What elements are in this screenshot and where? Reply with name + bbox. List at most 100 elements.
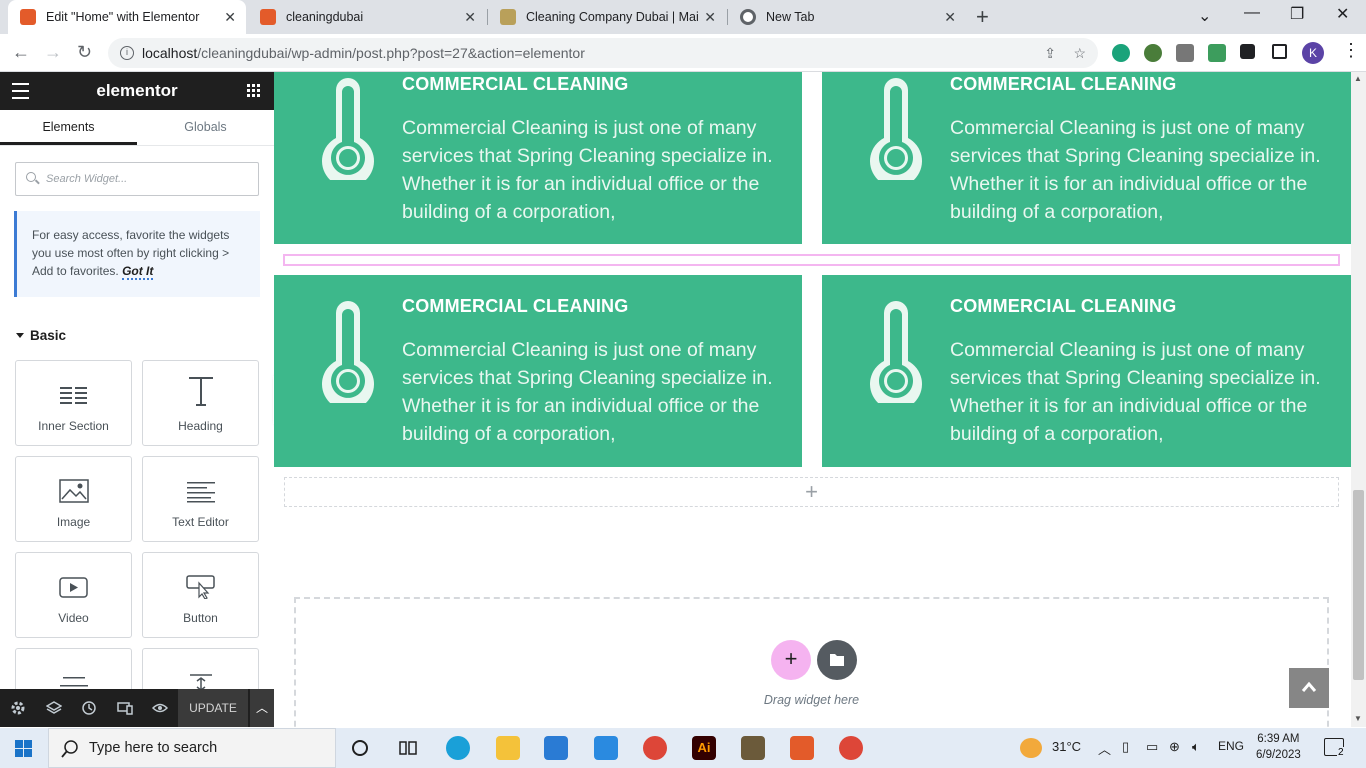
- extensions-puzzle-icon[interactable]: [1240, 44, 1255, 59]
- card-title: COMMERCIAL CLEANING: [950, 74, 1177, 94]
- url-path: /cleaningdubai/wp-admin/post.php?post=27…: [197, 45, 585, 61]
- tab-cleaningdubai[interactable]: cleaningdubai ✕: [248, 0, 486, 34]
- tab-title: cleaningdubai: [286, 10, 364, 24]
- cortana-circle-icon[interactable]: [348, 736, 372, 760]
- widget-text-editor[interactable]: Text Editor: [142, 456, 259, 542]
- category-basic-header[interactable]: Basic: [16, 328, 66, 343]
- close-icon[interactable]: ✕: [464, 9, 476, 26]
- battery-icon[interactable]: ▭: [1146, 739, 1158, 755]
- widgets-grid-icon[interactable]: [247, 84, 260, 97]
- widget-inner-section[interactable]: Inner Section: [15, 360, 132, 446]
- extension-eyedropper-icon[interactable]: [1208, 44, 1226, 62]
- search-placeholder: Search Widget...: [46, 173, 128, 185]
- back-arrow-icon[interactable]: ←: [12, 42, 30, 63]
- selected-section-outline[interactable]: [283, 254, 1340, 266]
- history-icon[interactable]: [81, 700, 97, 716]
- close-icon[interactable]: ✕: [224, 9, 236, 26]
- settings-gear-icon[interactable]: [10, 700, 26, 716]
- file-explorer-icon[interactable]: [496, 736, 520, 760]
- canvas-scrollbar[interactable]: ▲ ▼: [1351, 72, 1366, 727]
- scroll-down-arrow-icon[interactable]: ▼: [1354, 714, 1362, 723]
- extension-globe-icon[interactable]: [1144, 44, 1162, 62]
- extension-sync-icon[interactable]: [1112, 44, 1130, 62]
- update-button[interactable]: UPDATE: [178, 689, 248, 727]
- widget-spacer[interactable]: [142, 648, 259, 689]
- widget-video[interactable]: Video: [15, 552, 132, 638]
- service-card[interactable]: COMMERCIAL CLEANING Commercial Cleaning …: [274, 275, 802, 467]
- address-bar[interactable]: i localhost/cleaningdubai/wp-admin/post.…: [108, 38, 1098, 68]
- tab-title: Cleaning Company Dubai | Maid: [526, 10, 699, 24]
- extension-camera-icon[interactable]: [1176, 44, 1194, 62]
- profile-avatar[interactable]: K: [1302, 42, 1324, 64]
- taskbar-search-box[interactable]: Type here to search: [48, 728, 336, 768]
- card-text: Commercial Cleaning is just one of many …: [402, 339, 773, 445]
- minimize-icon[interactable]: —: [1244, 4, 1260, 22]
- preview-eye-icon[interactable]: [152, 700, 168, 716]
- chrome-profile-k-icon[interactable]: [839, 736, 863, 760]
- add-section-plus-icon[interactable]: +: [284, 477, 1339, 507]
- windows-start-icon[interactable]: [15, 740, 32, 757]
- volume-icon[interactable]: 🔈︎: [1192, 739, 1200, 755]
- tab-globals[interactable]: Globals: [137, 110, 274, 145]
- tab-new-tab[interactable]: New Tab ✕: [728, 0, 966, 34]
- service-card[interactable]: COMMERCIAL CLEANING Commercial Cleaning …: [822, 72, 1351, 244]
- tab-search-chevron-icon[interactable]: ⌄: [1198, 6, 1211, 26]
- share-icon[interactable]: ⇪: [1044, 38, 1056, 68]
- xampp-taskbar-icon[interactable]: [790, 736, 814, 760]
- tab-cleaning-company[interactable]: Cleaning Company Dubai | Maid ✕: [488, 0, 726, 34]
- scroll-up-arrow-icon[interactable]: ▲: [1354, 74, 1362, 83]
- service-card[interactable]: COMMERCIAL CLEANING Commercial Cleaning …: [274, 72, 802, 244]
- bookmark-star-icon[interactable]: ☆: [1073, 38, 1086, 68]
- search-widget-input[interactable]: Search Widget...: [15, 162, 259, 196]
- mail-icon[interactable]: [594, 736, 618, 760]
- add-new-section-button[interactable]: +: [771, 640, 811, 680]
- widget-divider[interactable]: [15, 648, 132, 689]
- close-icon[interactable]: ✕: [944, 9, 956, 26]
- widget-image[interactable]: Image: [15, 456, 132, 542]
- illustrator-icon[interactable]: Ai: [692, 736, 716, 760]
- widget-label: Image: [56, 515, 91, 529]
- close-icon[interactable]: ✕: [704, 9, 716, 26]
- forward-arrow-icon[interactable]: →: [44, 42, 62, 63]
- tab-elements[interactable]: Elements: [0, 110, 137, 145]
- add-template-folder-button[interactable]: [817, 640, 857, 680]
- tray-network-drive-icon[interactable]: ▯: [1122, 739, 1129, 755]
- card-title: COMMERCIAL CLEANING: [950, 296, 1177, 316]
- microsoft-store-icon[interactable]: [544, 736, 568, 760]
- task-view-icon[interactable]: [396, 736, 420, 760]
- widget-label: Video: [58, 611, 89, 625]
- widget-label: Text Editor: [172, 515, 229, 529]
- site-favicon-icon: [500, 9, 516, 25]
- widget-heading[interactable]: Heading: [142, 360, 259, 446]
- tab-edit-home[interactable]: Edit "Home" with Elementor ✕: [8, 0, 246, 34]
- widget-button[interactable]: Button: [142, 552, 259, 638]
- system-clock[interactable]: 6:39 AM 6/9/2023: [1256, 731, 1301, 763]
- chrome-profile-h-icon[interactable]: [643, 736, 667, 760]
- button-cursor-icon: [143, 553, 258, 599]
- service-card[interactable]: COMMERCIAL CLEANING Commercial Cleaning …: [822, 275, 1351, 467]
- widget-label: Heading: [178, 419, 223, 433]
- card-title: COMMERCIAL CLEANING: [402, 296, 629, 316]
- weather-sun-icon[interactable]: [1020, 738, 1042, 758]
- side-panel-icon[interactable]: [1272, 44, 1287, 59]
- language-indicator[interactable]: ENG: [1218, 739, 1244, 753]
- got-it-link[interactable]: Got It: [122, 264, 154, 280]
- restore-icon[interactable]: ❐: [1290, 4, 1304, 24]
- empty-section-dropzone[interactable]: + Drag widget here: [294, 597, 1329, 727]
- window-close-icon[interactable]: ✕: [1336, 4, 1349, 24]
- scroll-to-top-button[interactable]: [1289, 668, 1329, 708]
- responsive-mode-icon[interactable]: [117, 700, 133, 716]
- search-icon: [26, 172, 36, 182]
- scrollbar-thumb[interactable]: [1353, 490, 1364, 680]
- update-options-chevron-icon[interactable]: ︿: [250, 689, 274, 727]
- weather-temperature[interactable]: 31°C: [1052, 739, 1081, 754]
- tray-chevron-up-icon[interactable]: ︿: [1098, 739, 1111, 758]
- reload-icon[interactable]: ↻: [77, 42, 92, 63]
- menu-kebab-icon[interactable]: ⋮: [1342, 40, 1360, 61]
- new-tab-plus-icon[interactable]: +: [976, 4, 989, 30]
- edge-icon[interactable]: [446, 736, 470, 760]
- navigator-layers-icon[interactable]: [46, 700, 62, 716]
- network-globe-icon[interactable]: ⊕: [1169, 739, 1180, 755]
- site-info-icon[interactable]: i: [120, 46, 134, 60]
- media-app-icon[interactable]: [741, 736, 765, 760]
